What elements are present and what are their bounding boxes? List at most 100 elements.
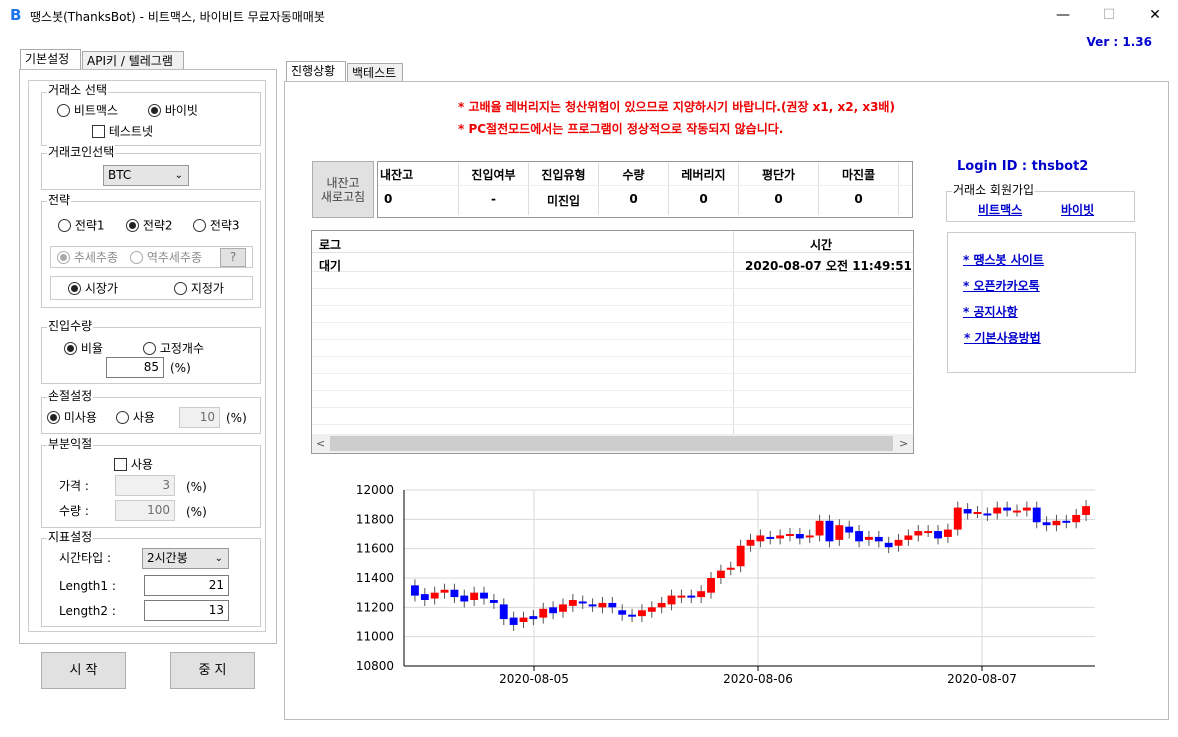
candle-body [559,604,567,612]
value-quantity: 0 [629,192,638,206]
market-order-label: 시장가 [84,281,118,296]
candle-body [667,595,676,605]
help-button[interactable]: ? [220,248,246,267]
exchange-group-label: 거래소 선택 [47,83,109,97]
stoploss-off-label: 미사용 [63,410,97,425]
refresh-balance-button[interactable]: 내잔고 새로고침 [312,161,374,218]
stoploss-on-radio[interactable]: 사용 [116,410,155,425]
timeframe-select-value: 2시간봉 [147,551,188,565]
counter-trend-label: 역추세추종 [146,250,203,265]
partial-price-input[interactable]: 3 [115,475,175,496]
y-tick-label: 10800 [356,659,394,673]
stoploss-input[interactable]: 10 [179,407,220,428]
entry-group-label: 진입수량 [47,319,94,333]
link-open-kakaotalk[interactable]: * 오픈카카오톡 [963,277,1040,294]
fixed-count-radio[interactable]: 고정개수 [143,341,204,356]
market-order-radio[interactable]: 시장가 [68,281,118,296]
ratio-radio[interactable]: 비율 [64,341,103,356]
stoploss-unit-label: (%) [226,411,247,425]
candle-body [440,589,449,593]
candle-body [855,531,863,542]
value-entry-type: 미진입 [546,194,581,208]
candle-body [786,534,794,536]
candle-body [470,592,479,600]
log-row-text: 대기 [319,259,342,273]
scrollbar-thumb[interactable] [330,436,893,451]
value-balance: 0 [384,192,393,206]
link-notice[interactable]: * 공지사항 [963,303,1018,320]
bitmex-radio[interactable]: 비트맥스 [57,103,118,118]
candle-body [707,578,715,593]
strategy3-radio[interactable]: 전략3 [193,218,240,233]
candle-body [934,531,942,539]
tab-backtest[interactable]: 백테스트 [347,63,403,82]
login-id-label: Login ID : thsbot2 [957,159,1089,174]
partial-use-label: 사용 [130,457,153,472]
tab-basic-settings[interactable]: 기본설정 [20,49,81,70]
y-tick-label: 12000 [356,483,394,497]
coin-select[interactable]: BTC ⌄ [103,165,189,186]
log-header-log: 로그 [319,238,342,252]
candle-body [993,507,1002,514]
candle-body [687,595,696,598]
signup-bitmex-link[interactable]: 비트맥스 [978,201,1022,218]
partial-qty-input[interactable]: 100 [115,500,175,521]
stop-button[interactable]: 중 지 [170,652,255,689]
scroll-right-icon[interactable]: > [899,434,908,453]
partial-profit-group-label: 부분익절 [47,437,94,451]
strategy1-radio[interactable]: 전략1 [58,218,105,233]
candle-body [716,570,725,578]
header-margin-call: 마진콜 [841,168,876,182]
log-row-time: 2020-08-07 오전 11:49:51 [745,259,912,273]
x-tick-label: 2020-08-06 [723,672,793,686]
strategy-group-label: 전략 [47,193,72,207]
candle-body [756,535,765,542]
partial-use-checkbox[interactable]: 사용 [114,457,153,472]
log-header-time: 시간 [810,238,833,252]
candle-body [963,509,972,514]
candle-body [618,610,627,615]
candle-body [894,539,903,546]
candle-body [983,513,992,516]
timeframe-label: 시간타입 : [59,551,112,565]
start-button[interactable]: 시 작 [41,652,126,689]
limit-order-label: 지정가 [190,281,224,296]
tab-api-telegram[interactable]: API키 / 텔레그램 [82,51,184,70]
length1-input[interactable]: 21 [144,575,229,596]
candle-body [726,567,735,570]
candle-body [578,601,587,604]
candle-body [953,507,962,530]
length2-input[interactable]: 13 [144,600,229,621]
candle-body [776,535,785,539]
strategy2-radio[interactable]: 전략2 [126,218,173,233]
candle-body [766,536,775,539]
value-entry-status: - [491,192,496,206]
trend-follow-radio: 추세추종 [57,250,118,265]
limit-order-radio[interactable]: 지정가 [174,281,224,296]
candle-body [1082,506,1090,515]
candle-body [1052,520,1061,526]
candle-body [943,529,952,537]
strategy3-label: 전략3 [209,218,240,233]
signup-bybit-link[interactable]: 바이빗 [1061,201,1094,218]
testnet-checkbox[interactable]: 테스트넷 [92,124,153,139]
trend-follow-label: 추세추종 [73,250,118,265]
y-tick-label: 11400 [356,571,394,585]
minimize-icon[interactable]: — [1040,0,1086,30]
maximize-icon[interactable]: ☐ [1086,0,1132,30]
signup-group-label: 거래소 회원가입 [952,183,1036,197]
close-icon[interactable]: ✕ [1132,0,1178,30]
bybit-radio[interactable]: 바이빗 [148,103,198,118]
version-label: Ver : 1.36 [1086,35,1152,49]
link-basic-usage[interactable]: * 기본사용방법 [964,329,1041,346]
entry-ratio-input[interactable]: 85 [106,357,164,378]
stoploss-off-radio[interactable]: 미사용 [47,410,97,425]
scroll-left-icon[interactable]: < [316,434,325,453]
tab-progress[interactable]: 진행상황 [286,61,346,82]
counter-trend-radio: 역추세추종 [130,250,202,265]
timeframe-select[interactable]: 2시간봉 ⌄ [142,548,229,569]
link-thanksbot-site[interactable]: * 땡스봇 사이트 [963,251,1044,268]
window-title: 땡스봇(ThanksBot) - 비트맥스, 바이비트 무료자동매매봇 [30,10,325,24]
stoploss-on-label: 사용 [132,410,155,425]
partial-price-label: 가격 : [59,479,89,493]
